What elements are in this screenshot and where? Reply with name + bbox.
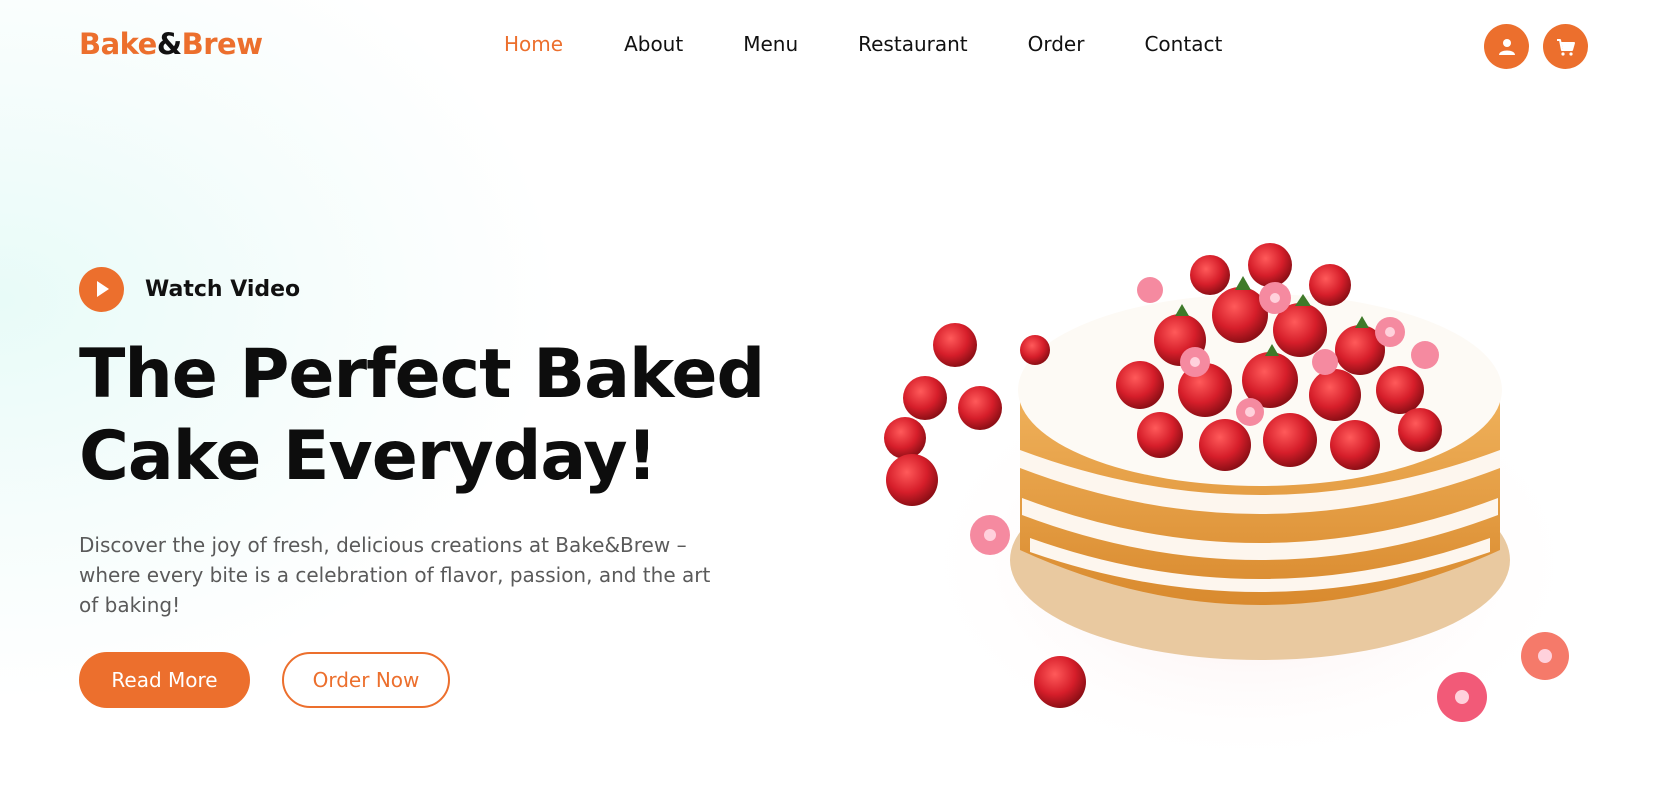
nav-order[interactable]: Order xyxy=(1028,32,1085,56)
cart-button[interactable] xyxy=(1543,24,1588,69)
main-nav: Home About Menu Restaurant Order Contact xyxy=(504,32,1222,56)
site-header: Bake&Brew Home About Menu Restaurant Ord… xyxy=(0,0,1679,92)
nav-menu[interactable]: Menu xyxy=(743,32,798,56)
brand-name-part1: Bake xyxy=(79,27,157,61)
brand-logo[interactable]: Bake&Brew xyxy=(79,27,263,61)
watch-video[interactable]: Watch Video xyxy=(79,266,759,312)
cart-icon xyxy=(1556,38,1575,56)
play-button[interactable] xyxy=(79,266,124,312)
hero-description: Discover the joy of fresh, delicious cre… xyxy=(79,533,711,617)
nav-contact[interactable]: Contact xyxy=(1144,32,1222,56)
hero-title: The Perfect Baked Cake Everyday! xyxy=(79,334,779,498)
hero-title-line1: The Perfect Baked xyxy=(79,335,765,414)
user-button[interactable] xyxy=(1484,24,1529,69)
nav-home[interactable]: Home xyxy=(504,32,563,56)
watch-video-label: Watch Video xyxy=(145,276,301,302)
hero-section: Watch Video The Perfect Baked Cake Every… xyxy=(79,266,765,708)
play-icon xyxy=(96,281,109,297)
brand-name-amp: & xyxy=(156,27,182,61)
user-icon xyxy=(1498,38,1515,55)
brand-name-part2: Brew xyxy=(181,27,263,61)
hero-title-line2: Cake Everyday! xyxy=(79,417,658,496)
order-now-button[interactable]: Order Now xyxy=(282,652,450,708)
read-more-button[interactable]: Read More xyxy=(79,652,250,708)
hero-buttons: Read More Order Now xyxy=(79,652,759,708)
nav-restaurant[interactable]: Restaurant xyxy=(858,32,968,56)
cake-image xyxy=(850,220,1590,760)
nav-about[interactable]: About xyxy=(624,32,683,56)
